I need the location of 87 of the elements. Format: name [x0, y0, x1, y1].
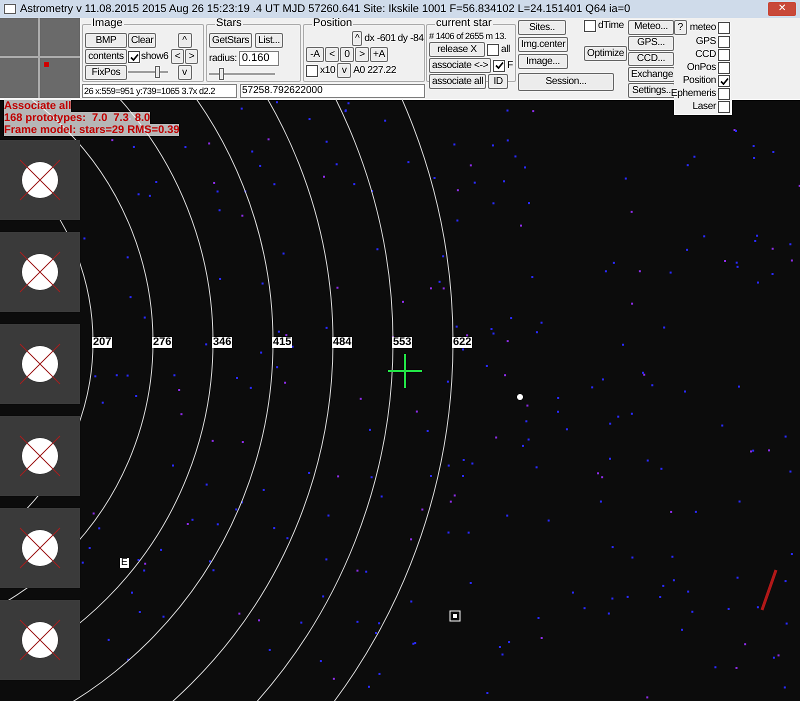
dx-value: dx -601 — [364, 34, 396, 44]
app-icon — [4, 4, 16, 14]
time-field: 57258.792622000 — [240, 84, 425, 98]
group-title: Position — [312, 18, 354, 29]
checkbox-label: show6 — [141, 52, 168, 62]
checkbox[interactable] — [718, 36, 730, 48]
checkbox-label: GPS — [696, 37, 716, 47]
arrow-button[interactable]: < — [171, 49, 184, 64]
slider-track[interactable] — [209, 68, 275, 80]
meteo-button[interactable]: Meteo... — [628, 20, 674, 35]
ring-label: 622 — [452, 337, 472, 348]
arrow-button[interactable]: < — [325, 47, 339, 62]
radius-field[interactable]: 0.160 — [238, 51, 279, 66]
plus-a-button[interactable]: +A — [370, 47, 388, 62]
checkbox[interactable] — [493, 60, 506, 72]
minus-a-button[interactable]: -A — [306, 47, 324, 62]
sites-button[interactable]: Sites.. — [518, 20, 566, 35]
radius-label: radius: — [209, 54, 237, 64]
image-button[interactable]: FixPos — [85, 65, 127, 80]
group-title: Stars — [215, 18, 243, 29]
img-center-button[interactable]: Img.center — [518, 37, 568, 52]
a0-value: A0 227.22 — [353, 66, 396, 76]
checkbox[interactable] — [584, 20, 596, 32]
ring-label: 415 — [272, 337, 292, 348]
ring-label: 346 — [212, 337, 232, 348]
close-button[interactable]: ✕ — [768, 2, 796, 16]
arrow-button[interactable]: > — [355, 47, 369, 62]
crosshair-icon — [388, 354, 422, 388]
associate-button[interactable]: associate <-> — [429, 58, 492, 73]
checkbox[interactable] — [718, 22, 730, 34]
ring-label: 553 — [392, 337, 412, 348]
id-button[interactable]: ID — [488, 74, 508, 89]
checkbox-label: all — [501, 44, 510, 54]
checkbox[interactable] — [128, 51, 140, 63]
checkbox[interactable] — [306, 64, 318, 76]
checkbox[interactable] — [718, 75, 730, 87]
ring-label: 484 — [332, 337, 352, 348]
release-button[interactable]: release X — [429, 42, 485, 57]
current-star-info: # 1406 of 2655 m 13. — [429, 31, 508, 42]
window-title: Astrometry v 11.08.2015 2015 Aug 26 15:23:19 .4 UT MJD 57260.641 Site: Ikskile 1001 F=56.834102 L=24.151401 Q64 ia=0 — [20, 2, 632, 17]
coordinates-field: 26 x:559=951 y:739=1065 3.7x d2.2 — [82, 84, 237, 98]
zero-button[interactable]: 0 — [340, 47, 354, 62]
status-message: Associate all — [4, 100, 72, 112]
group-title: Image — [91, 18, 124, 29]
get-stars-button[interactable]: GetStars — [209, 33, 252, 48]
checkbox[interactable] — [718, 62, 730, 74]
dy-value: dy -84 — [398, 34, 424, 44]
marker-label: E — [120, 558, 129, 568]
optimize-button[interactable]: Optimize — [584, 46, 628, 61]
checkbox-label: Position — [682, 76, 716, 86]
slider-thumb[interactable] — [155, 66, 160, 78]
status-message: Frame model: stars=29 RMS=0.39 — [4, 124, 180, 136]
ring-label: 207 — [92, 337, 112, 348]
arrow-button[interactable]: > — [185, 49, 198, 64]
ccd-button[interactable]: CCD... — [628, 52, 674, 66]
checkbox[interactable] — [718, 101, 730, 113]
checkbox[interactable] — [718, 49, 730, 61]
help-button[interactable]: ? — [674, 20, 687, 35]
checkbox-label: dTime — [598, 21, 624, 31]
ring-label: 276 — [152, 337, 172, 348]
checkbox-label: x10 — [320, 66, 336, 76]
cross-marker-icon — [44, 62, 49, 67]
checkbox-label: meteo — [690, 22, 716, 32]
checkbox-label: CCD — [695, 50, 716, 60]
clear-button[interactable]: Clear — [128, 33, 156, 48]
target-square-icon — [449, 610, 461, 622]
arrow-button[interactable]: ^ — [178, 33, 192, 48]
status-message: 168 prototypes: 7.0 7.3 8.0 — [4, 112, 150, 124]
list-button[interactable]: List... — [255, 33, 283, 48]
arrow-button[interactable]: v — [337, 63, 352, 78]
associate-all-button[interactable]: associate all — [429, 74, 486, 89]
checkbox-label: F — [507, 60, 513, 70]
checkbox-label: Laser — [692, 102, 716, 112]
gps-button[interactable]: GPS... — [628, 36, 674, 51]
checkbox[interactable] — [487, 44, 499, 56]
arrow-button[interactable]: v — [178, 65, 192, 80]
exchange-button[interactable]: Exchange — [628, 67, 675, 82]
group-title: current star — [435, 18, 493, 29]
session-button[interactable]: Session... — [518, 73, 614, 91]
checkbox[interactable] — [718, 88, 730, 100]
image-button[interactable]: Image... — [518, 54, 568, 69]
arrow-button[interactable]: ^ — [352, 31, 362, 46]
slider-thumb[interactable] — [219, 68, 224, 80]
checkbox-label: OnPos — [686, 63, 716, 73]
image-button[interactable]: BMP — [85, 33, 127, 48]
star-point-icon — [516, 393, 524, 401]
image-button[interactable]: contents — [85, 49, 127, 64]
